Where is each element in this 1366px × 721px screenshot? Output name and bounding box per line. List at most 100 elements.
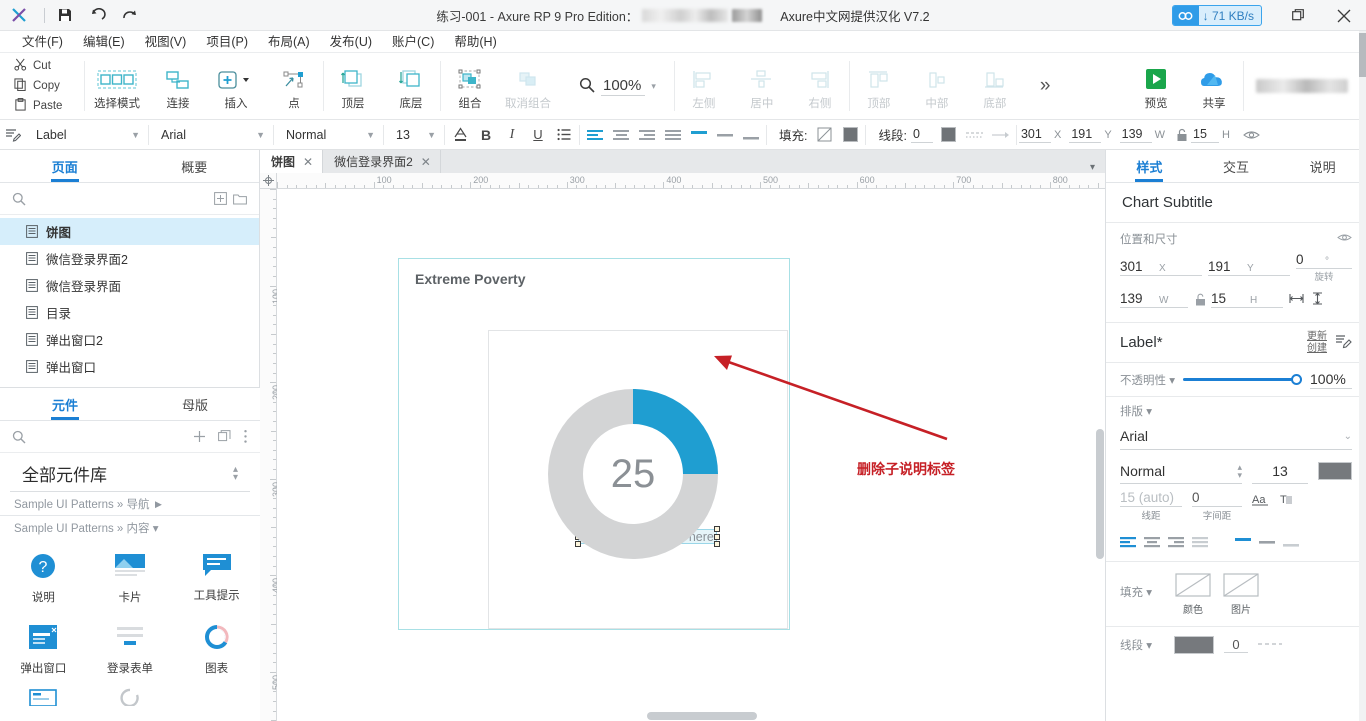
line-color-swatch[interactable] — [1174, 636, 1214, 654]
library-group-content[interactable]: Sample UI Patterns » 内容 ▾ — [0, 516, 260, 540]
resize-handle-mr[interactable] — [714, 534, 720, 540]
text-decoration-icon[interactable]: T — [1279, 492, 1293, 510]
w-field[interactable]: 139 W — [1120, 291, 1188, 308]
tab-masters[interactable]: 母版 — [130, 388, 260, 420]
font-family-select[interactable]: Arial ⌄ — [1120, 423, 1352, 450]
resize-handle-br[interactable] — [714, 541, 720, 547]
h-field[interactable]: 15 H — [1211, 291, 1283, 308]
underline-icon[interactable]: U — [525, 120, 551, 150]
more-options-icon[interactable] — [243, 429, 248, 444]
font-color-icon[interactable] — [447, 120, 473, 150]
menu-item-edit[interactable]: 编辑(E) — [73, 31, 135, 53]
paste-button[interactable]: Paste — [14, 97, 84, 115]
selected-widget-name[interactable]: Chart Subtitle — [1106, 183, 1366, 223]
style-select[interactable]: Label ▼ — [26, 120, 146, 150]
visibility-icon[interactable] — [1337, 232, 1352, 246]
opacity-slider-knob[interactable] — [1291, 374, 1302, 385]
typography-title[interactable]: 排版 ▾ — [1120, 403, 1352, 419]
style-update-create-actions[interactable]: 更新 创建 — [1307, 331, 1327, 355]
valign-middle-icon[interactable] — [1259, 536, 1276, 551]
cut-button[interactable]: Cut — [14, 57, 84, 75]
opacity-label[interactable]: 不透明性 ▾ — [1120, 372, 1175, 388]
line-color-icon[interactable] — [936, 120, 962, 150]
widget-item-partial-2[interactable] — [87, 682, 174, 715]
align-left-icon[interactable] — [1120, 536, 1137, 551]
text-case-icon[interactable]: Aa — [1252, 492, 1270, 510]
duplicate-icon[interactable] — [218, 430, 231, 443]
menu-item-account[interactable]: 账户(C) — [382, 31, 444, 53]
edit-style-icon[interactable] — [1335, 333, 1352, 352]
style-update-link[interactable]: 更新 — [1307, 331, 1327, 342]
align-center-icon[interactable] — [608, 120, 634, 150]
redo-icon[interactable] — [113, 0, 145, 31]
tab-interactions[interactable]: 交互 — [1193, 150, 1280, 182]
point-button[interactable]: 点 — [265, 53, 323, 119]
font-size-input[interactable]: 13 — [1252, 458, 1308, 484]
fill-none-icon[interactable] — [811, 120, 837, 150]
tab-widgets[interactable]: 元件 — [0, 388, 130, 420]
add-page-icon[interactable] — [214, 192, 227, 205]
bring-to-front-button[interactable]: 顶层 — [324, 53, 382, 119]
italic-icon[interactable]: I — [499, 120, 525, 150]
group-button[interactable]: 组合 — [441, 53, 499, 119]
valign-bottom-icon[interactable] — [738, 120, 764, 150]
opacity-value[interactable]: 100% — [1310, 371, 1352, 389]
canvas-hscroll-thumb[interactable] — [647, 712, 757, 720]
fill-image-button[interactable]: 图片 — [1222, 572, 1260, 616]
page-item-directory[interactable]: 目录 — [0, 299, 259, 326]
undo-icon[interactable] — [81, 0, 113, 31]
fill-color-icon[interactable] — [837, 120, 863, 150]
x-input[interactable]: 301 — [1019, 127, 1051, 143]
insert-button[interactable]: 插入 — [207, 53, 265, 119]
align-left-icon[interactable] — [582, 120, 608, 150]
font-weight-select[interactable]: Normal ▴▾ — [1120, 458, 1242, 484]
share-button[interactable]: 共享 — [1185, 53, 1243, 119]
search-icon[interactable] — [12, 430, 26, 444]
page-item-popup[interactable]: 弹出窗口 — [0, 353, 259, 380]
line-width-input[interactable]: 0 — [911, 127, 933, 143]
close-icon[interactable]: ✕ — [421, 155, 431, 169]
page-item-wechat-login[interactable]: 微信登录界面 — [0, 272, 259, 299]
widget-item-popup[interactable]: 弹出窗口 — [0, 617, 87, 682]
w-input[interactable]: 139 — [1120, 127, 1152, 143]
widget-item-note[interactable]: ? 说明 — [0, 546, 87, 611]
resize-handle-tr[interactable] — [714, 526, 720, 532]
widget-item-tooltip[interactable]: 工具提示 — [173, 546, 260, 611]
letter-spacing-field[interactable]: 0 字间距 — [1192, 490, 1242, 522]
line-style-icon[interactable] — [1258, 638, 1284, 652]
account-name-redacted[interactable] — [1244, 53, 1366, 119]
page-item-popup-2[interactable]: 弹出窗口2 — [0, 326, 259, 353]
close-icon[interactable]: ✕ — [303, 155, 313, 169]
menu-item-help[interactable]: 帮助(H) — [444, 31, 506, 53]
preview-button[interactable]: 预览 — [1127, 53, 1185, 119]
menu-item-publish[interactable]: 发布(U) — [320, 31, 382, 53]
chart-title[interactable]: Extreme Poverty — [415, 271, 526, 287]
rotation-field[interactable]: 0 ° — [1296, 252, 1352, 269]
toolbar-more-button[interactable]: » — [1024, 53, 1067, 119]
lock-aspect-icon[interactable] — [1195, 293, 1206, 306]
align-center-icon[interactable] — [1144, 536, 1161, 551]
zoom-control[interactable]: 100% ▾ — [557, 53, 674, 119]
font-family-select[interactable]: Arial ▼ — [151, 120, 271, 150]
horizontal-ruler[interactable]: 100200300400500600700800 — [260, 173, 1105, 189]
vertical-ruler[interactable]: 100200300400500 — [260, 189, 277, 721]
page-item-pie-chart[interactable]: 饼图 — [0, 218, 259, 245]
list-icon[interactable] — [551, 120, 577, 150]
window-scrollbar-track[interactable] — [1359, 31, 1366, 721]
font-weight-select[interactable]: Normal ▼ — [276, 120, 381, 150]
select-mode-button[interactable]: 选择模式 — [85, 53, 149, 119]
add-icon[interactable] — [193, 430, 206, 443]
library-group-nav[interactable]: Sample UI Patterns » 导航 ► — [0, 492, 260, 516]
donut-chart[interactable]: 25 — [548, 389, 718, 559]
fit-width-icon[interactable] — [1289, 293, 1304, 307]
visibility-icon[interactable] — [1238, 120, 1264, 150]
ruler-origin-icon[interactable] — [260, 173, 277, 189]
lock-aspect-icon[interactable] — [1173, 120, 1191, 150]
widget-item-partial-3[interactable] — [173, 682, 260, 715]
align-justify-icon[interactable] — [1192, 536, 1209, 551]
widget-item-chart[interactable]: 图表 — [173, 617, 260, 682]
font-color-swatch[interactable] — [1318, 462, 1352, 480]
widget-item-card[interactable]: 卡片 — [87, 546, 174, 611]
canvas-tabs-collapse-button[interactable]: ▾ — [1080, 162, 1105, 173]
canvas-horizontal-scrollbar[interactable] — [277, 711, 1088, 721]
